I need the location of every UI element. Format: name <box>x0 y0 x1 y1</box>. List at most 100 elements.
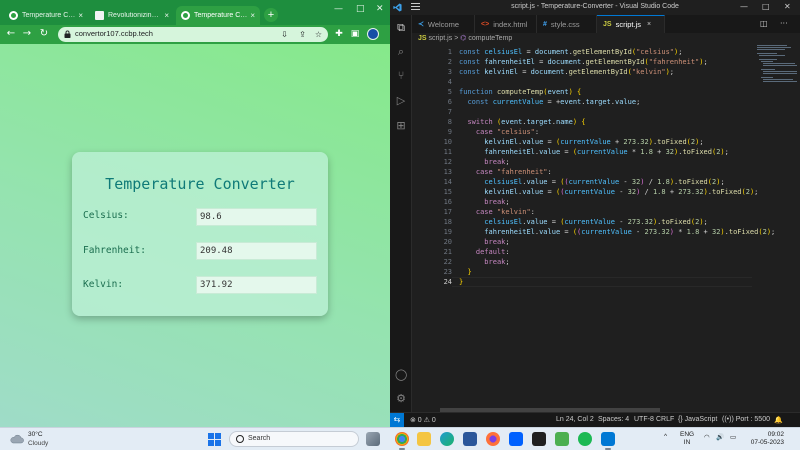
explorer-icon[interactable]: ⧉ <box>395 22 407 34</box>
minimap[interactable] <box>757 45 797 85</box>
live-server-port[interactable]: ((•)) Port : 5500 <box>722 416 770 423</box>
code-line[interactable]: const kelvinEl = document.getElementById… <box>459 67 674 77</box>
weather-temp[interactable]: 30°C <box>28 431 43 438</box>
browser-tab-3[interactable]: Temperature Conve × <box>176 6 260 25</box>
code-line[interactable]: const celsiusEl = document.getElementByI… <box>459 47 682 57</box>
maximize-icon[interactable]: □ <box>356 4 365 14</box>
system-clock[interactable]: 09:02 07-05-2023 <box>744 431 784 447</box>
code-line[interactable]: break; <box>459 197 509 207</box>
windows-start-icon[interactable] <box>208 433 221 446</box>
wifi-icon[interactable]: ◠ <box>704 433 710 441</box>
code-line[interactable]: fahrenheitEl.value = ((currentValue - 27… <box>459 227 775 237</box>
extensions-icon[interactable]: ⊞ <box>395 120 407 132</box>
code-editor[interactable]: 1 2 3 4 5 6 7 8 9 10 11 12 13 14 15 16 17 18 19 20 21 22 23 24 … <box>412 45 800 412</box>
close-icon[interactable]: × <box>164 11 169 20</box>
indentation-status[interactable]: Spaces: 4 <box>598 416 629 423</box>
code-line[interactable]: celsiusEl.value = (currentValue - 273.32… <box>459 217 707 227</box>
vscode-taskbar-icon[interactable] <box>601 432 615 450</box>
maximize-icon[interactable]: □ <box>762 2 770 11</box>
edge-icon[interactable] <box>440 432 454 446</box>
close-icon[interactable]: × <box>78 11 83 20</box>
language-indicator[interactable]: ENG IN <box>680 431 694 447</box>
code-line[interactable]: break; <box>459 157 509 167</box>
tab-welcome[interactable]: ≺ Welcome <box>412 15 475 33</box>
encoding-status[interactable]: UTF-8 <box>634 416 654 423</box>
dropbox-icon[interactable] <box>509 432 523 446</box>
code-line[interactable]: kelvinEl.value = (currentValue + 273.32)… <box>459 137 703 147</box>
notifications-bell-icon[interactable]: 🔔 <box>774 416 783 424</box>
language-mode[interactable]: {} JavaScript <box>678 416 717 423</box>
task-view-icon[interactable] <box>366 432 380 446</box>
code-line[interactable]: } <box>459 267 471 277</box>
browser-tab-2[interactable]: Revolutionizing th × <box>90 6 174 25</box>
source-control-icon[interactable]: ⑂ <box>395 70 407 82</box>
code-line[interactable]: } <box>459 277 463 287</box>
tab-index-html[interactable]: <> index.html <box>475 15 537 33</box>
avatar[interactable] <box>367 28 379 40</box>
chrome-icon[interactable] <box>395 432 409 450</box>
code-line[interactable]: switch (event.target.name) { <box>459 117 585 127</box>
account-icon[interactable]: ◯ <box>395 369 407 381</box>
problems-status[interactable]: ⊗ 0 ⚠ 0 <box>410 416 436 424</box>
code-line[interactable]: const fahrenheitEl = document.getElement… <box>459 57 708 67</box>
close-icon[interactable]: × <box>647 21 651 28</box>
back-icon[interactable]: ← <box>5 28 17 40</box>
close-window-icon[interactable]: ✕ <box>784 2 791 11</box>
spotify-icon[interactable] <box>578 432 592 446</box>
address-bar[interactable]: convertor107.ccbp.tech ⇩ ⇪ ☆ <box>58 27 328 42</box>
code-line[interactable]: celsiusEl.value = ((currentValue - 32) /… <box>459 177 724 187</box>
celsius-input[interactable]: 98.6 <box>196 208 317 226</box>
battery-icon[interactable]: ▭ <box>730 433 736 441</box>
code-line[interactable]: kelvinEl.value = ((currentValue - 32) / … <box>459 187 758 197</box>
code-line[interactable]: case "fahrenheit": <box>459 167 552 177</box>
code-line[interactable]: function computeTemp(event) { <box>459 87 581 97</box>
minimize-icon[interactable]: — <box>334 4 343 14</box>
tray-chevron-icon[interactable]: ^ <box>664 433 667 440</box>
code-line[interactable]: break; <box>459 257 509 267</box>
code-line[interactable]: case "kelvin": <box>459 207 535 217</box>
code-line[interactable]: fahrenheitEl.value = (currentValue * 1.8… <box>459 147 729 157</box>
breadcrumb-file[interactable]: script.js <box>429 35 453 42</box>
breadcrumb-symbol[interactable]: computeTemp <box>468 35 512 42</box>
fahrenheit-input[interactable]: 209.48 <box>196 242 317 260</box>
bookmark-star-icon[interactable]: ☆ <box>314 30 323 39</box>
code-line[interactable]: case "celsius": <box>459 127 539 137</box>
close-window-icon[interactable]: ✕ <box>376 4 384 14</box>
forward-icon[interactable]: → <box>21 28 33 40</box>
code-line[interactable]: break; <box>459 237 509 247</box>
cursor-position[interactable]: Ln 24, Col 2 <box>556 416 594 423</box>
search-icon[interactable]: ⌕ <box>395 46 407 58</box>
browser-window: Temperature Conve × Revolutionizing th ×… <box>0 0 390 427</box>
kelvin-input[interactable]: 371.92 <box>196 276 317 294</box>
split-editor-icon[interactable]: ◫ <box>760 19 768 28</box>
store-icon[interactable] <box>463 432 477 446</box>
extensions-icon[interactable]: ✚ <box>334 29 344 39</box>
remote-icon[interactable]: ⇆ <box>390 413 404 427</box>
share-icon[interactable]: ⇪ <box>298 30 307 39</box>
close-icon[interactable]: × <box>250 11 255 20</box>
language-region: IN <box>683 439 691 446</box>
minimize-icon[interactable]: — <box>740 2 748 11</box>
code-line[interactable]: const currentValue = +event.target.value… <box>459 97 640 107</box>
download-icon[interactable]: ⇩ <box>280 30 289 39</box>
eol-status[interactable]: CRLF <box>656 416 674 423</box>
weather-desc[interactable]: Cloudy <box>28 440 48 447</box>
line-number: 8 <box>447 118 452 126</box>
reload-icon[interactable]: ↻ <box>38 28 50 40</box>
taskbar-search[interactable]: Search <box>229 431 359 447</box>
tab-script-js[interactable]: JS script.js × <box>597 15 665 33</box>
line-number: 14 <box>443 178 452 186</box>
manage-gear-icon[interactable]: ⚙ <box>395 393 407 405</box>
app-icon[interactable] <box>555 432 569 446</box>
more-actions-icon[interactable]: ··· <box>780 19 788 28</box>
volume-icon[interactable]: 🔊 <box>716 433 724 441</box>
file-explorer-icon[interactable] <box>417 432 431 446</box>
code-line[interactable]: default: <box>459 247 510 257</box>
firefox-icon[interactable] <box>486 432 500 446</box>
sidebar-icon[interactable]: ▣ <box>350 29 360 39</box>
new-tab-button[interactable]: + <box>264 8 278 22</box>
browser-tab-1[interactable]: Temperature Conve × <box>4 6 88 25</box>
terminal-icon[interactable] <box>532 432 546 446</box>
run-debug-icon[interactable]: ▷ <box>395 95 407 107</box>
tab-style-css[interactable]: # style.css <box>537 15 597 33</box>
